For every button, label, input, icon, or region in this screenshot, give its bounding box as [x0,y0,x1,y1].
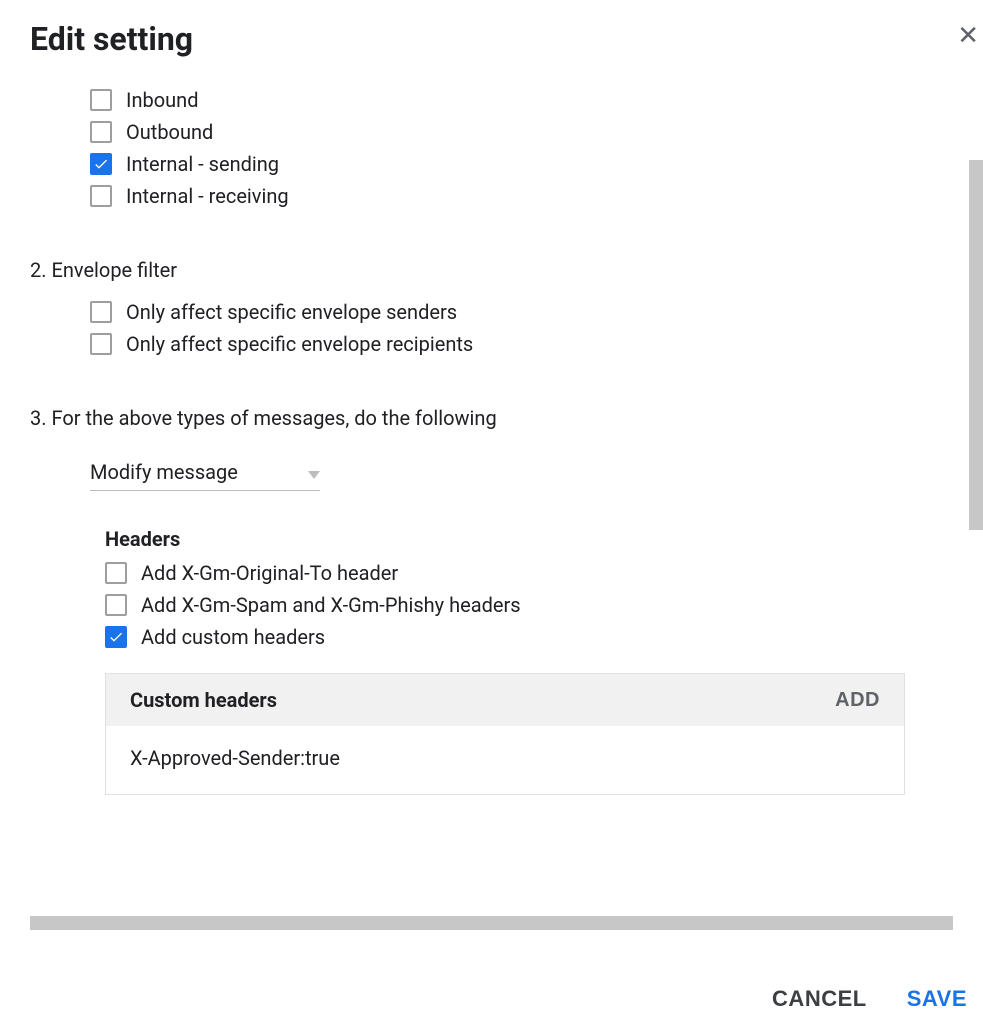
vertical-scrollbar-thumb[interactable] [969,160,983,530]
checkbox-xgm-spam-phishy[interactable] [105,594,127,616]
action-select-wrap: Modify message [30,454,953,491]
save-button[interactable]: SAVE [907,986,967,1012]
checkbox-label: Internal - receiving [126,184,289,208]
checkbox-label: Internal - sending [126,152,279,176]
section-title-action: 3. For the above types of messages, do t… [30,406,953,430]
action-select-value: Modify message [90,460,238,484]
dialog-title: Edit setting [30,20,953,58]
checkbox-row-internal-receiving[interactable]: Internal - receiving [90,184,953,208]
checkbox-custom-headers[interactable] [105,626,127,648]
custom-headers-body: X-Approved-Sender:true [106,726,904,794]
checkbox-row-internal-sending[interactable]: Internal - sending [90,152,953,176]
checkbox-envelope-recipients[interactable] [90,333,112,355]
check-icon [108,629,124,645]
message-type-section: Inbound Outbound Internal - sending [30,88,953,208]
checkbox-row-xgm-original-to[interactable]: Add X-Gm-Original-To header [105,561,953,585]
action-select[interactable]: Modify message [90,454,320,491]
cancel-button[interactable]: CANCEL [772,986,867,1012]
message-type-list: Inbound Outbound Internal - sending [30,88,953,208]
dialog-body: Inbound Outbound Internal - sending [0,58,983,898]
checkbox-row-outbound[interactable]: Outbound [90,120,953,144]
checkbox-xgm-original-to[interactable] [105,562,127,584]
envelope-filter-list: Only affect specific envelope senders On… [30,300,953,356]
checkbox-label: Outbound [126,120,213,144]
horizontal-scrollbar-thumb[interactable] [30,916,953,930]
dialog-footer: CANCEL SAVE [772,986,967,1012]
checkbox-outbound[interactable] [90,121,112,143]
close-icon: ✕ [957,20,979,50]
chevron-down-icon [308,460,320,484]
checkbox-row-custom-headers[interactable]: Add custom headers [105,625,953,649]
checkbox-row-envelope-recipients[interactable]: Only affect specific envelope recipients [90,332,953,356]
checkbox-label: Add custom headers [141,625,325,649]
checkbox-label: Add X-Gm-Original-To header [141,561,398,585]
headers-options-list: Add X-Gm-Original-To header Add X-Gm-Spa… [30,561,953,649]
custom-headers-header: Custom headers ADD [106,674,904,726]
section-title-envelope: 2. Envelope filter [30,258,953,282]
checkbox-internal-receiving[interactable] [90,185,112,207]
checkbox-label: Only affect specific envelope recipients [126,332,473,356]
headers-subheading: Headers [30,527,953,551]
check-icon [93,156,109,172]
checkbox-inbound[interactable] [90,89,112,111]
checkbox-internal-sending[interactable] [90,153,112,175]
edit-setting-dialog: ✕ Edit setting Inbound Outbound [0,0,983,1024]
checkbox-label: Inbound [126,88,198,112]
custom-header-item[interactable]: X-Approved-Sender:true [130,746,880,770]
dialog-header: Edit setting [0,0,983,58]
close-button[interactable]: ✕ [953,18,983,52]
checkbox-row-xgm-spam-phishy[interactable]: Add X-Gm-Spam and X-Gm-Phishy headers [105,593,953,617]
action-section: 3. For the above types of messages, do t… [30,406,953,795]
envelope-filter-section: 2. Envelope filter Only affect specific … [30,258,953,356]
custom-headers-title: Custom headers [130,688,277,712]
checkbox-row-envelope-senders[interactable]: Only affect specific envelope senders [90,300,953,324]
custom-headers-panel: Custom headers ADD X-Approved-Sender:tru… [105,673,905,795]
checkbox-label: Only affect specific envelope senders [126,300,457,324]
checkbox-label: Add X-Gm-Spam and X-Gm-Phishy headers [141,593,521,617]
checkbox-row-inbound[interactable]: Inbound [90,88,953,112]
checkbox-envelope-senders[interactable] [90,301,112,323]
add-custom-header-button[interactable]: ADD [835,689,880,712]
